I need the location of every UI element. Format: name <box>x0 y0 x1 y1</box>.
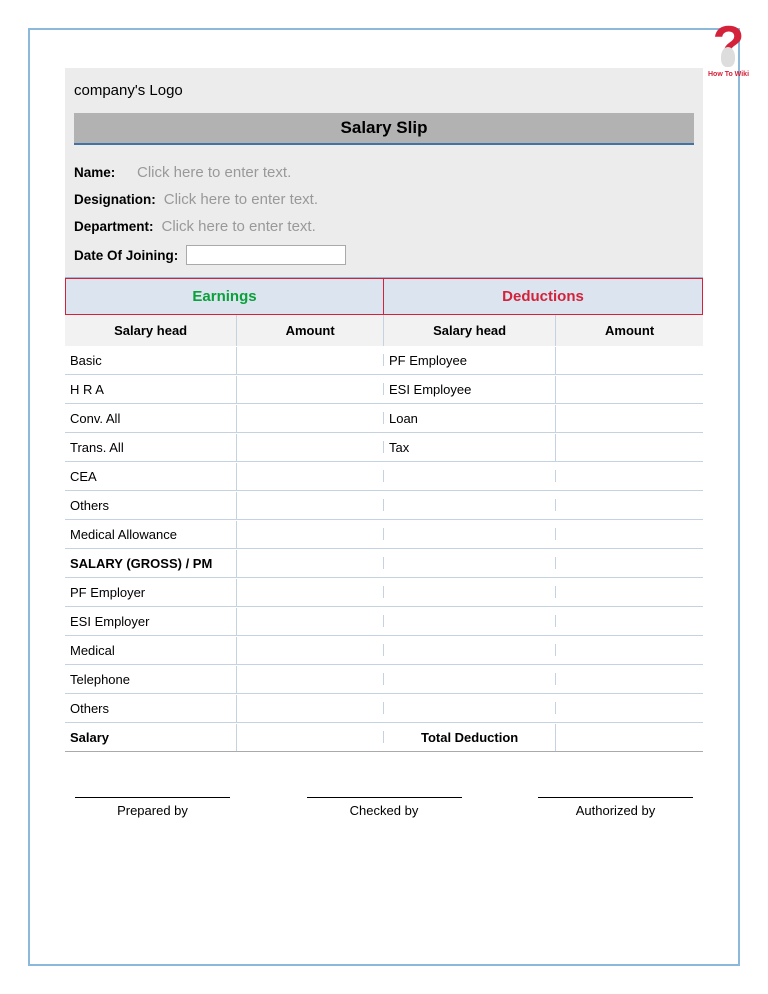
page-border <box>28 28 740 966</box>
how-to-wiki-logo: ? How To Wiki <box>701 22 756 78</box>
question-mark-icon: ? <box>713 22 745 69</box>
